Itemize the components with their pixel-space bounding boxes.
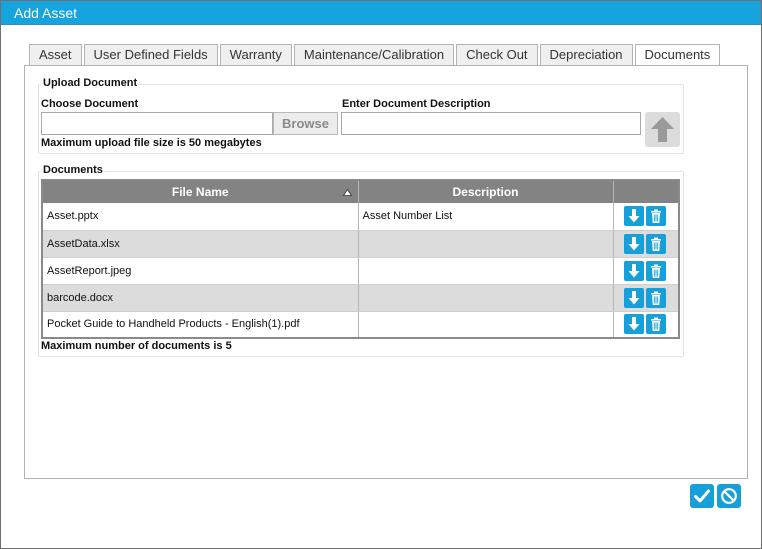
table-row: barcode.docx <box>42 284 680 312</box>
max-documents-note: Maximum number of documents is 5 <box>41 340 232 352</box>
description-cell: Asset Number List <box>358 203 614 231</box>
delete-button[interactable] <box>645 206 666 227</box>
description-cell <box>358 284 614 312</box>
tab-asset[interactable]: Asset <box>29 44 82 66</box>
delete-button[interactable] <box>645 233 666 254</box>
download-button[interactable] <box>623 287 644 308</box>
documents-table: File Name Description Asset.pptx Asset N… <box>41 179 680 339</box>
file-name-cell: Pocket Guide to Handheld Products - Engl… <box>42 311 359 339</box>
browse-button[interactable]: Browse <box>273 112 338 135</box>
cancel-icon <box>721 488 737 504</box>
dialog-title: Add Asset <box>1 1 761 25</box>
tab-warranty[interactable]: Warranty <box>219 44 292 66</box>
delete-button[interactable] <box>645 314 666 335</box>
table-row: AssetReport.jpeg <box>42 257 680 285</box>
sort-ascending-icon <box>342 189 352 196</box>
download-icon <box>628 263 639 277</box>
actions-column-header <box>613 180 680 203</box>
upload-button[interactable] <box>645 112 680 147</box>
choose-document-input[interactable] <box>41 112 273 135</box>
tab-user-defined-fields[interactable]: User Defined Fields <box>83 44 218 66</box>
download-button[interactable] <box>623 314 644 335</box>
delete-button[interactable] <box>645 287 666 308</box>
checkmark-icon <box>694 489 710 503</box>
max-upload-size-note: Maximum upload file size is 50 megabytes <box>41 137 262 149</box>
description-cell <box>358 257 614 285</box>
document-description-label: Enter Document Description <box>342 98 491 110</box>
table-row: Pocket Guide to Handheld Products - Engl… <box>42 311 680 339</box>
documents-panel: Upload Document Choose Document Browse E… <box>24 65 748 479</box>
download-icon <box>628 236 639 250</box>
cancel-button[interactable] <box>717 484 741 508</box>
upload-arrow-icon <box>651 117 674 142</box>
actions-cell <box>613 230 680 258</box>
download-button[interactable] <box>623 206 644 227</box>
description-header-label: Description <box>452 185 519 199</box>
download-icon <box>628 317 639 331</box>
trash-icon <box>650 317 661 332</box>
file-name-cell: Asset.pptx <box>42 203 359 231</box>
file-name-column-header[interactable]: File Name <box>42 180 359 203</box>
trash-icon <box>650 291 661 305</box>
actions-cell <box>613 284 680 312</box>
trash-icon <box>650 209 661 224</box>
file-name-header-label: File Name <box>171 185 229 199</box>
file-name-cell: barcode.docx <box>42 284 359 312</box>
description-cell <box>358 230 614 258</box>
description-cell <box>358 311 614 339</box>
documents-legend: Documents <box>41 164 105 176</box>
trash-icon <box>650 237 661 251</box>
tab-maintenance-calibration[interactable]: Maintenance/Calibration <box>293 44 455 66</box>
download-icon <box>628 290 639 304</box>
document-description-input[interactable] <box>341 112 641 135</box>
download-button[interactable] <box>623 260 644 281</box>
actions-cell <box>613 311 680 339</box>
table-row: AssetData.xlsx <box>42 230 680 258</box>
save-button[interactable] <box>690 484 714 508</box>
choose-document-label: Choose Document <box>41 98 139 110</box>
trash-icon <box>650 264 661 278</box>
upload-document-legend: Upload Document <box>41 77 140 89</box>
download-icon <box>628 209 639 223</box>
download-button[interactable] <box>623 233 644 254</box>
table-row: Asset.pptx Asset Number List <box>42 203 680 231</box>
tab-bar: Asset User Defined Fields Warranty Maint… <box>29 44 722 68</box>
actions-cell <box>613 257 680 285</box>
table-header-row: File Name Description <box>42 180 680 203</box>
description-column-header[interactable]: Description <box>358 180 614 203</box>
delete-button[interactable] <box>645 260 666 281</box>
tab-check-out[interactable]: Check Out <box>456 44 538 66</box>
add-asset-dialog: Add Asset Asset User Defined Fields Warr… <box>0 0 762 549</box>
tab-depreciation[interactable]: Depreciation <box>539 44 633 66</box>
file-name-cell: AssetReport.jpeg <box>42 257 359 285</box>
actions-cell <box>613 203 680 231</box>
file-name-cell: AssetData.xlsx <box>42 230 359 258</box>
